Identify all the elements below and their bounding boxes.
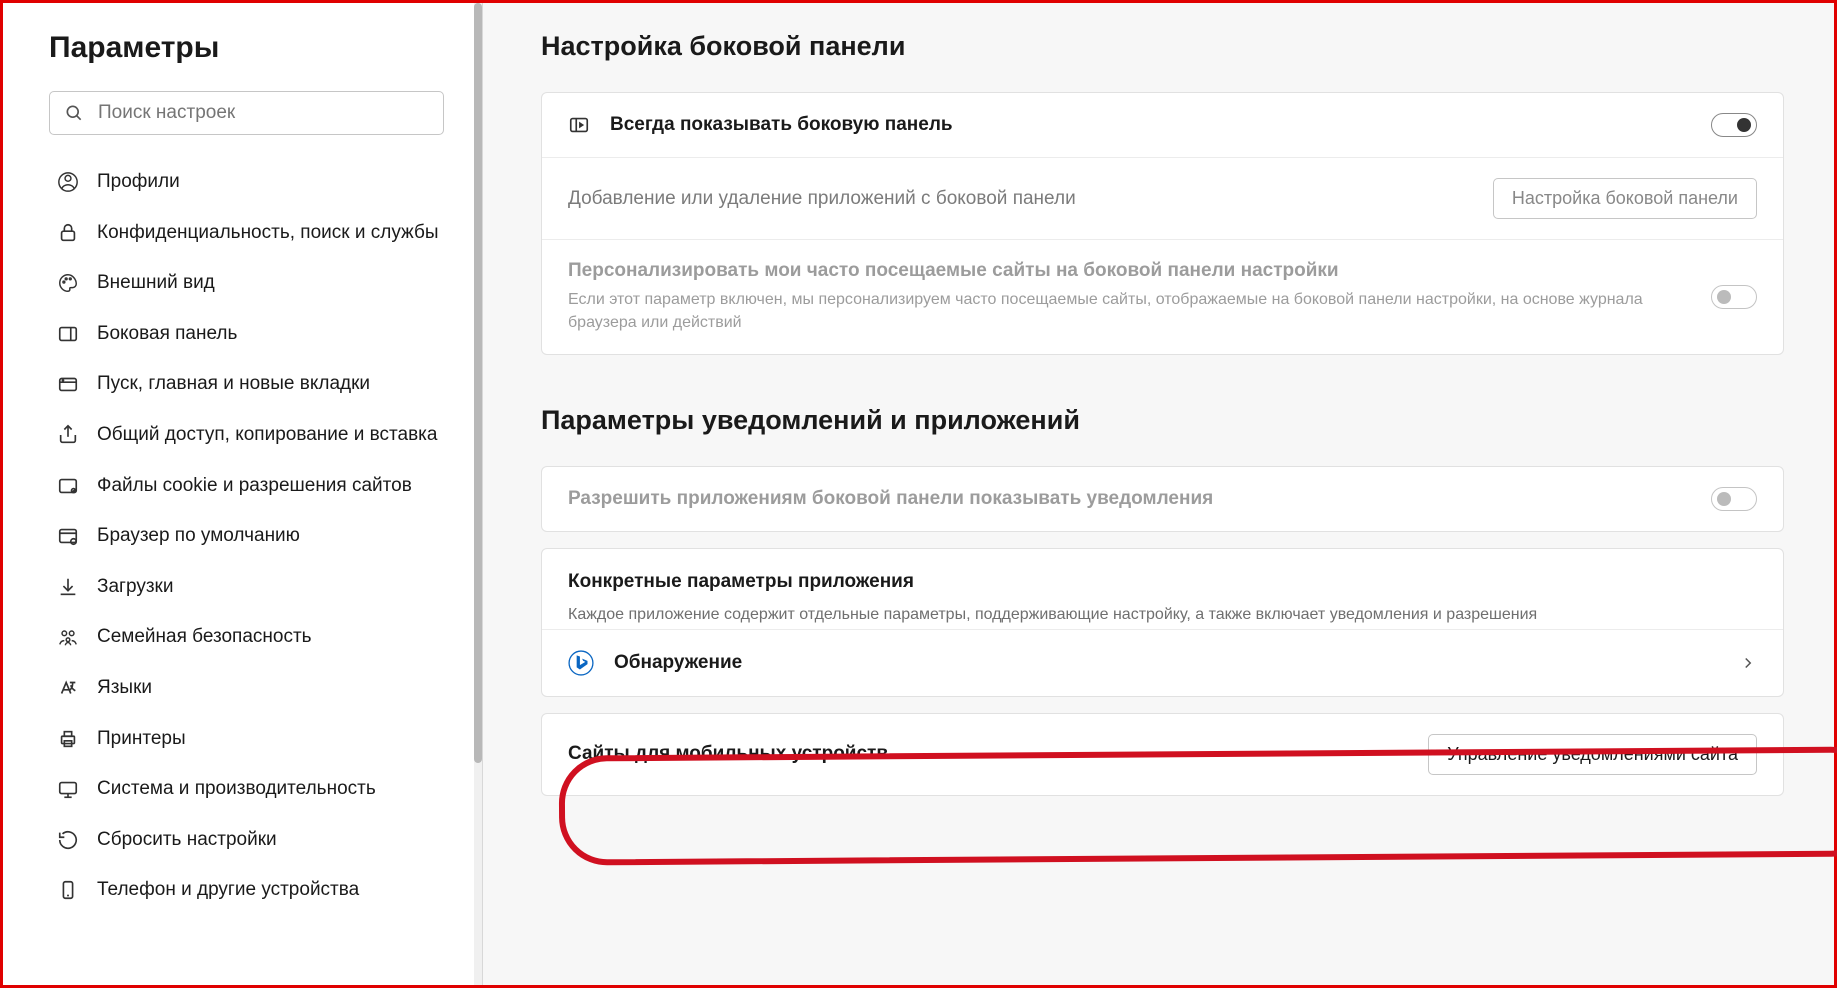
search-settings-box[interactable] [49,91,444,135]
sidebar-item-default-browser[interactable]: Браузер по умолчанию [49,511,452,562]
sidebar-item-cookies[interactable]: Файлы cookie и разрешения сайтов [49,461,452,512]
row-label: Разрешить приложениям боковой панели пок… [568,488,1691,510]
sidebar-item-label: Браузер по умолчанию [97,523,300,550]
section-heading-notifications: Параметры уведомлений и приложений [541,405,1784,436]
main-content: Настройка боковой панели Всегда показыва… [483,3,1834,985]
sidebar-item-label: Пуск, главная и новые вкладки [97,371,370,398]
sidebar-item-label: Принтеры [97,726,186,753]
download-icon [57,576,79,598]
sidebar-item-label: Система и производительность [97,776,376,803]
sidebar-scrollbar-thumb[interactable] [474,3,482,763]
sidebar-item-languages[interactable]: Языки [49,663,452,714]
sidebar-item-family[interactable]: Семейная безопасность [49,612,452,663]
sidebar-item-profiles[interactable]: Профили [49,157,452,208]
app-row-discover[interactable]: Обнаружение [542,629,1783,696]
settings-sidebar: Параметры Профили Конфиденциальность, по… [3,3,483,985]
sidebar-item-label: Загрузки [97,574,173,601]
specific-app-header: Конкретные параметры приложения Каждое п… [542,549,1783,628]
sidebar-item-label: Сбросить настройки [97,827,277,854]
sidebar-item-appearance[interactable]: Внешний вид [49,258,452,309]
sidebar-item-label: Языки [97,675,152,702]
sidebar-item-printers[interactable]: Принтеры [49,714,452,765]
manage-site-notifications-button[interactable]: Управление уведомлениями сайта [1428,734,1757,775]
sidebar-scrollbar[interactable] [474,3,482,985]
sidebar-settings-card: Всегда показывать боковую панель Добавле… [541,92,1784,355]
sidebar-item-start-home[interactable]: Пуск, главная и новые вкладки [49,359,452,410]
phone-icon [57,879,79,901]
app-label: Обнаружение [614,652,1719,674]
row-personalize-sites: Персонализировать мои часто посещаемые с… [542,240,1783,354]
row-desc: Если этот параметр включен, мы персонали… [568,288,1691,334]
search-icon [64,103,84,123]
specific-desc: Каждое приложение содержит отдельные пар… [568,603,1757,626]
sidebar-item-label: Внешний вид [97,270,215,297]
browser-icon [57,525,79,547]
sidebar-title: Параметры [49,31,452,65]
sidebar-nav: Профили Конфиденциальность, поиск и служ… [49,157,452,916]
row-label: Добавление или удаление приложений с бок… [568,188,1473,210]
sidebar-item-phone[interactable]: Телефон и другие устройства [49,865,452,916]
sidebar-item-downloads[interactable]: Загрузки [49,562,452,613]
specific-title: Конкретные параметры приложения [568,571,1757,593]
printer-icon [57,728,79,750]
row-add-remove-apps: Добавление или удаление приложений с бок… [542,158,1783,240]
section-heading-sidebar-settings: Настройка боковой панели [541,31,1784,62]
specific-app-settings-card: Конкретные параметры приложения Каждое п… [541,548,1784,696]
configure-sidebar-button[interactable]: Настройка боковой панели [1493,178,1757,219]
profile-icon [57,171,79,193]
sidebar-item-label: Общий доступ, копирование и вставка [97,422,437,449]
tab-icon [57,373,79,395]
palette-icon [57,272,79,294]
chevron-right-icon [1739,654,1757,672]
row-allow-notifications: Разрешить приложениям боковой панели пок… [542,467,1783,531]
row-mobile-sites: Сайты для мобильных устройств Управление… [542,714,1783,795]
row-label: Сайты для мобильных устройств [568,743,1408,765]
cookie-icon [57,475,79,497]
sidebar-item-label: Семейная безопасность [97,624,312,651]
sidebar-item-label: Боковая панель [97,321,237,348]
reset-icon [57,829,79,851]
allow-notifications-card: Разрешить приложениям боковой панели пок… [541,466,1784,532]
sidebar-item-privacy[interactable]: Конфиденциальность, поиск и службы [49,208,452,259]
sidebar-item-share-copy[interactable]: Общий доступ, копирование и вставка [49,410,452,461]
sidebar-item-label: Профили [97,169,180,196]
sidebar-item-label: Телефон и другие устройства [97,877,359,904]
row-label: Всегда показывать боковую панель [610,114,1691,136]
sidebar-item-system[interactable]: Система и производительность [49,764,452,815]
toggle-always-show-sidebar[interactable] [1711,113,1757,137]
panel-collapse-icon [568,114,590,136]
row-always-show-sidebar: Всегда показывать боковую панель [542,93,1783,158]
sidebar-item-label: Файлы cookie и разрешения сайтов [97,473,412,500]
toggle-allow-notifications[interactable] [1711,487,1757,511]
family-icon [57,626,79,648]
sidebar-item-sidebar[interactable]: Боковая панель [49,309,452,360]
lock-icon [57,222,79,244]
bing-icon [568,650,594,676]
language-icon [57,677,79,699]
sidebar-item-label: Конфиденциальность, поиск и службы [97,220,439,247]
panel-icon [57,323,79,345]
sidebar-item-reset[interactable]: Сбросить настройки [49,815,452,866]
row-label: Персонализировать мои часто посещаемые с… [568,260,1691,282]
share-icon [57,424,79,446]
system-icon [57,778,79,800]
search-input[interactable] [98,102,429,124]
toggle-personalize-sites[interactable] [1711,285,1757,309]
mobile-sites-card: Сайты для мобильных устройств Управление… [541,713,1784,796]
